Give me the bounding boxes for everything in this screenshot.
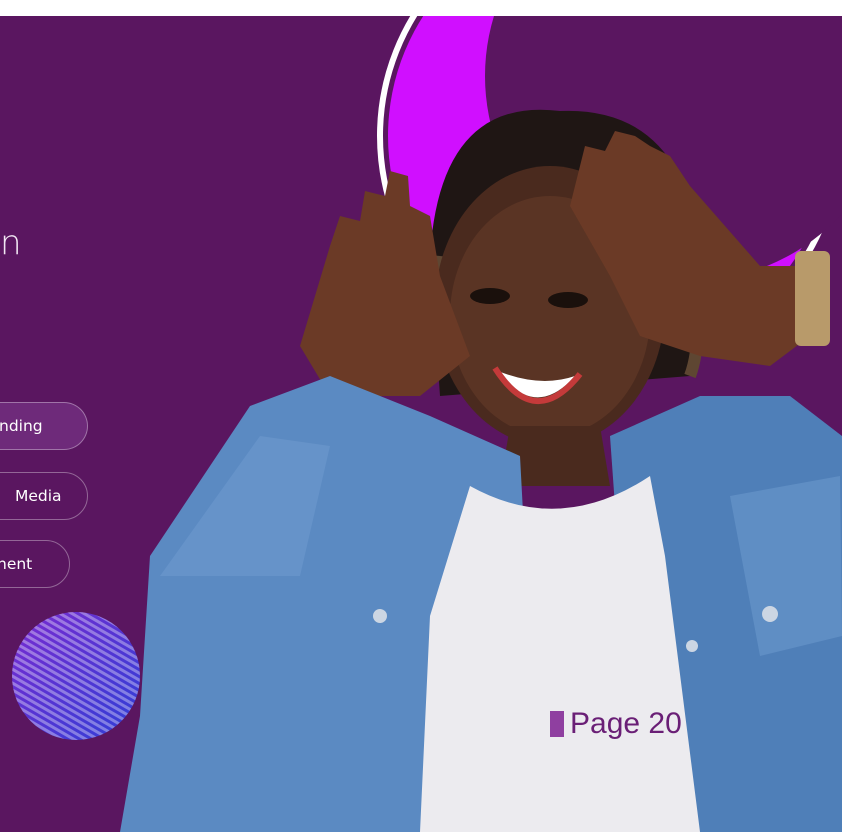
- page-marker-icon: [550, 711, 564, 737]
- page-number-tag: Page 20: [550, 706, 682, 742]
- slide-canvas: n nding Media nent Page 20: [0, 16, 842, 832]
- service-pill-media[interactable]: Media: [0, 472, 88, 520]
- page-number-label: Page 20: [570, 707, 682, 740]
- heading-fragment: n: [0, 223, 22, 263]
- white-tshirt: [420, 476, 700, 832]
- service-pill-branding[interactable]: nding: [0, 402, 88, 450]
- service-pill-management[interactable]: nent: [0, 540, 70, 588]
- striped-circle-decoration: [12, 612, 140, 740]
- watch: [795, 251, 830, 346]
